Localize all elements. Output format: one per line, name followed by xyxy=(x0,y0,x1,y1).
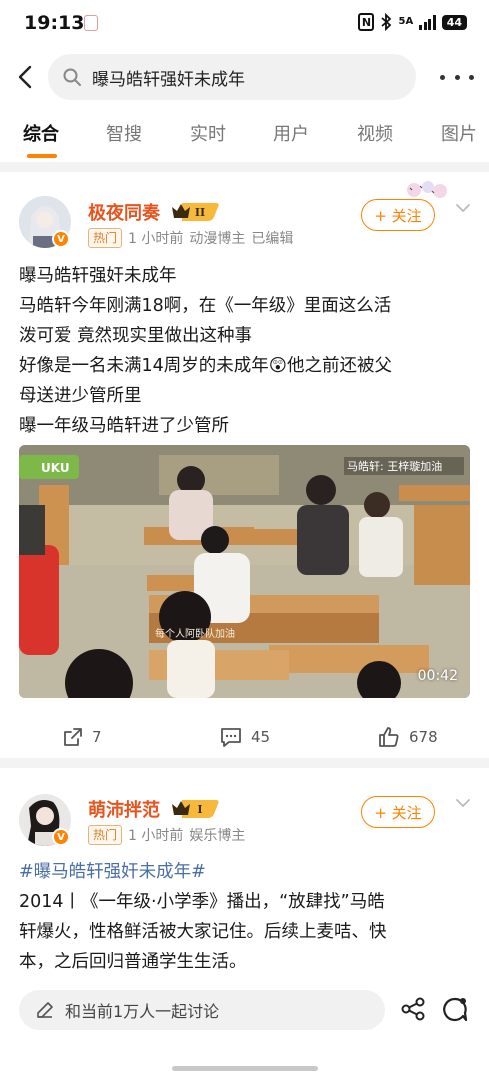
section-divider xyxy=(0,758,489,768)
bottom-bar: 和当前1万人一起讨论 xyxy=(0,980,489,1080)
author-role: 动漫博主 xyxy=(189,231,246,247)
hot-tag: 热门 xyxy=(88,825,123,845)
chevron-down-icon[interactable] xyxy=(455,203,471,213)
chevron-down-icon[interactable] xyxy=(455,798,471,808)
nfc-icon: N xyxy=(358,13,375,31)
tab-videos[interactable]: 视频 xyxy=(357,120,393,146)
search-header: 曝马皓轩强奸未成年 xyxy=(0,50,489,106)
comment-button[interactable]: 45 xyxy=(219,726,270,748)
app-notification-icon xyxy=(84,15,98,31)
svg-text:I: I xyxy=(197,803,202,816)
more-options-icon[interactable] xyxy=(440,72,474,82)
tab-realtime[interactable]: 实时 xyxy=(190,120,226,146)
post-body[interactable]: 曝马皓轩强奸未成年 马皓轩今年刚满18啊，在《一年级》里面这么活 泼可爱 竟然现… xyxy=(19,261,392,441)
comment-count: 45 xyxy=(251,728,271,746)
author-role: 娱乐博主 xyxy=(189,828,246,844)
signal-icon xyxy=(419,14,436,30)
post-line: 好像是一名未满14周岁的未成年😲他之前还被父 xyxy=(19,356,393,376)
repost-count: 7 xyxy=(92,728,102,746)
repost-icon xyxy=(64,728,82,746)
post-meta: 热门 1 小时前 娱乐博主 xyxy=(88,825,245,845)
post-time: 1 小时前 xyxy=(128,231,184,247)
crown-icon: I xyxy=(172,800,219,818)
network-type: 5A xyxy=(398,16,414,27)
post-line: 本，之后回归普通学生生活。 xyxy=(19,952,247,972)
post-body[interactable]: #曝马皓轩强奸未成年# 2014丨《一年级·小学季》播出，“放肆找”马皓 轩爆火… xyxy=(19,857,387,977)
search-input[interactable]: 曝马皓轩强奸未成年 xyxy=(48,54,416,100)
bluetooth-icon xyxy=(381,13,392,31)
post-line: 曝马皓轩强奸未成年 xyxy=(19,266,177,286)
search-icon xyxy=(63,68,81,86)
discussion-placeholder: 和当前1万人一起讨论 xyxy=(65,1002,220,1021)
post-actions: 7 45 678 xyxy=(0,722,489,756)
comment-icon xyxy=(221,728,241,747)
search-query: 曝马皓轩强奸未成年 xyxy=(92,69,245,90)
post-line: 马皓轩今年刚满18啊，在《一年级》里面这么活 xyxy=(19,296,392,316)
verified-badge-icon: V xyxy=(52,230,70,248)
section-divider xyxy=(0,162,489,172)
video-duration: 00:42 xyxy=(417,668,458,684)
post-line: 2014丨《一年级·小学季》播出，“放肆找”马皓 xyxy=(19,892,385,912)
hot-tag: 热门 xyxy=(88,228,123,248)
video-thumbnail: UKU 马皓轩: 王梓璇加油 每个人阿卧队加油 xyxy=(19,445,470,698)
post-meta: 热门 1 小时前 动漫博主 已编辑 xyxy=(88,228,293,248)
post-line: 母送进少管所里 xyxy=(19,386,142,406)
post-time: 1 小时前 xyxy=(128,828,184,844)
back-arrow-icon[interactable] xyxy=(16,64,36,90)
post-username[interactable]: 极夜同奏 xyxy=(88,199,160,225)
video-caption: 马皓轩: 王梓璇加油 xyxy=(347,459,442,473)
post-card[interactable]: V 萌沛拌范 I 热门 1 小时前 娱乐博主 + 关注 #曝马皓轩强奸未成年# … xyxy=(0,768,489,980)
discussion-input[interactable]: 和当前1万人一起讨论 xyxy=(19,990,385,1030)
edit-icon xyxy=(37,1002,53,1018)
member-level-badge: II xyxy=(170,201,220,223)
video-watermark: UKU xyxy=(41,461,70,475)
share-icon[interactable] xyxy=(400,996,426,1022)
chat-bubble-icon[interactable] xyxy=(441,996,469,1024)
desk-label: 每个人阿卧队加油 xyxy=(155,627,235,640)
follow-button[interactable]: + 关注 xyxy=(361,199,435,231)
home-indicator[interactable] xyxy=(172,1066,318,1071)
tab-users[interactable]: 用户 xyxy=(273,120,309,146)
post-line: 曝一年级马皓轩进了少管所 xyxy=(19,416,229,436)
post-line: 泼可爱 竟然现实里做出这种事 xyxy=(19,326,253,346)
battery-indicator: 44 xyxy=(441,14,467,30)
decoration-sticker-icon xyxy=(407,181,447,198)
thumbs-up-icon xyxy=(379,727,399,747)
status-bar: 19:13 N 5A 44 xyxy=(0,0,489,46)
hashtag-link[interactable]: #曝马皓轩强奸未成年# xyxy=(19,857,387,887)
verified-badge-icon: V xyxy=(52,828,70,846)
active-tab-indicator xyxy=(27,154,57,158)
video-player[interactable]: UKU 马皓轩: 王梓璇加油 每个人阿卧队加油 00:42 xyxy=(19,445,470,698)
tab-smart-search[interactable]: 智搜 xyxy=(106,120,142,146)
tab-images[interactable]: 图片 xyxy=(441,120,477,146)
post-username[interactable]: 萌沛拌范 xyxy=(88,796,160,822)
repost-button[interactable]: 7 xyxy=(62,726,102,748)
tab-comprehensive[interactable]: 综合 xyxy=(23,120,59,146)
member-level-badge: I xyxy=(170,798,220,820)
like-button[interactable]: 678 xyxy=(377,726,438,748)
status-icons: N 5A 44 xyxy=(358,13,467,31)
status-time: 19:13 xyxy=(24,12,85,34)
like-count: 678 xyxy=(409,728,438,746)
search-tabs: 综合 智搜 实时 用户 视频 图片 xyxy=(0,110,489,162)
post-line: 轩爆火，性格鲜活被大家记住。后续上麦咭、快 xyxy=(19,922,387,942)
edited-label: 已编辑 xyxy=(251,231,294,247)
svg-text:II: II xyxy=(195,206,205,219)
crown-icon: II xyxy=(172,203,219,221)
follow-button[interactable]: + 关注 xyxy=(361,796,435,828)
